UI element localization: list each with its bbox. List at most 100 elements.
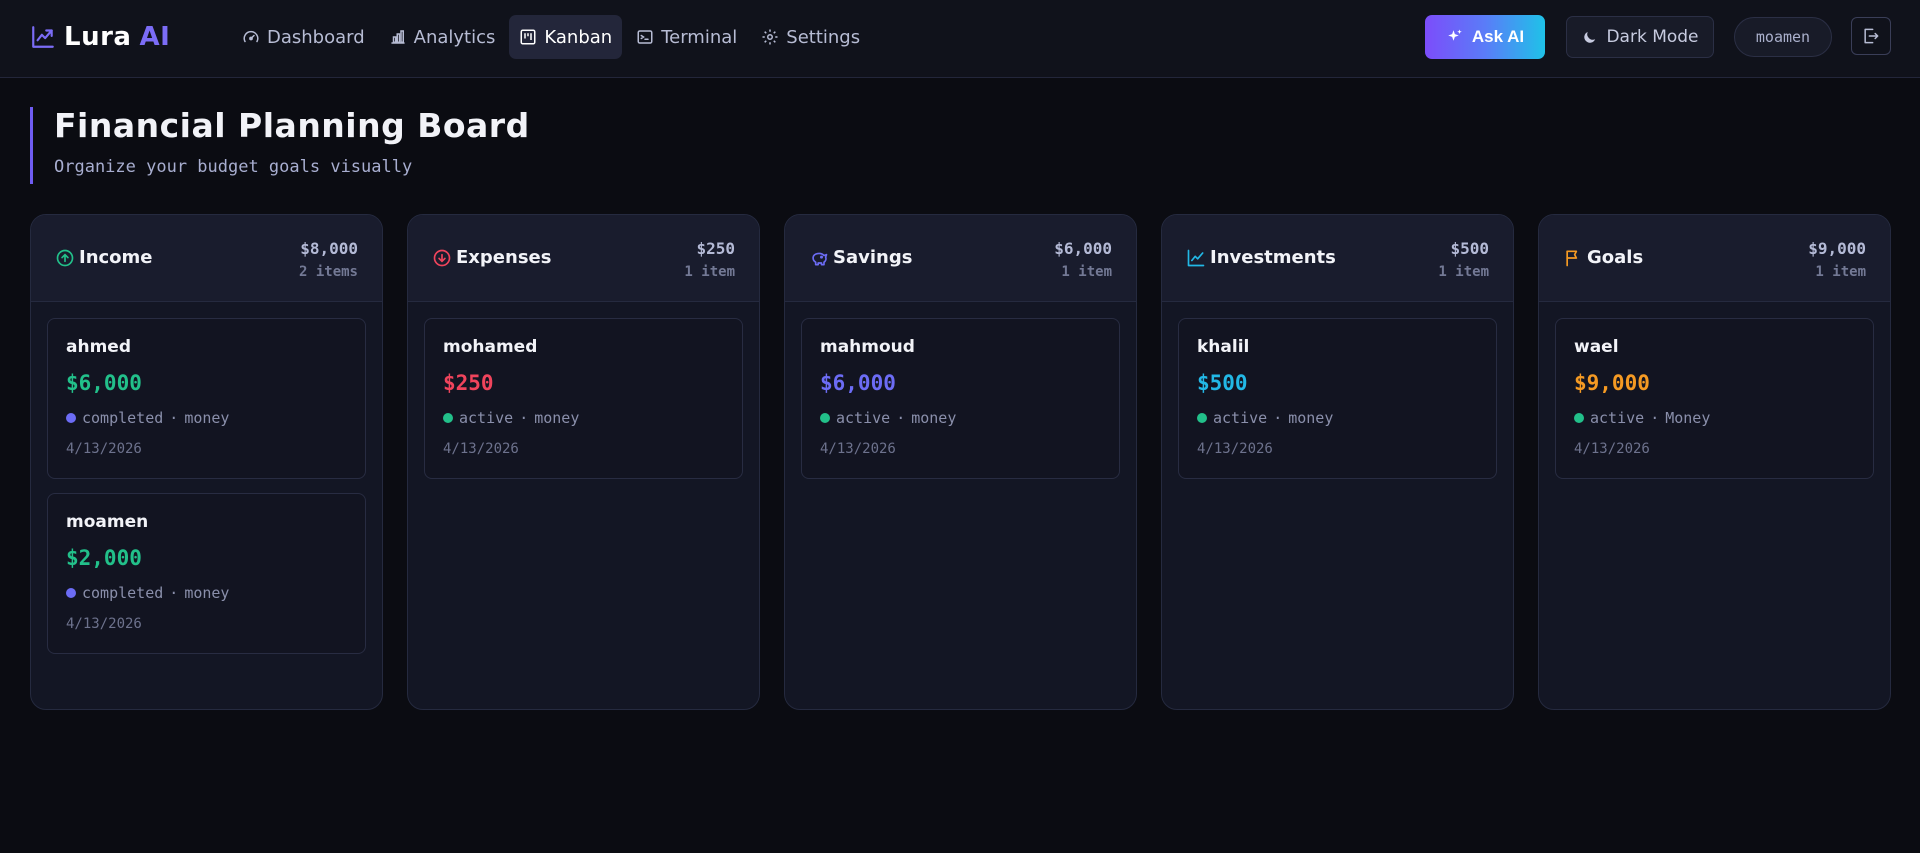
status-text: active	[459, 409, 514, 427]
card-amount: $250	[443, 371, 494, 395]
column-summary: $500 1 item	[1438, 239, 1489, 280]
kanban-card[interactable]: wael $9,000 active · Money 4/13/2026	[1555, 318, 1874, 479]
column-total: $6,000	[1054, 239, 1112, 258]
gauge-icon	[243, 30, 259, 43]
card-amount: $6,000	[820, 371, 896, 395]
card-name: mohamed	[443, 337, 538, 357]
status-dot	[443, 413, 453, 423]
column-summary: $6,000 1 item	[1054, 239, 1112, 280]
status-text: active	[1213, 409, 1268, 427]
column-header: Savings $6,000 1 item	[785, 215, 1136, 302]
category-text: money	[911, 409, 957, 427]
column-count: 1 item	[1438, 264, 1489, 280]
bar-chart-icon	[390, 30, 405, 44]
card-status: active · money	[1197, 409, 1478, 427]
card-name: ahmed	[66, 337, 131, 357]
terminal-icon	[637, 30, 653, 44]
nav-item-label: Dashboard	[267, 26, 365, 48]
column-summary: $8,000 2 items	[299, 239, 358, 280]
column-header: Goals $9,000 1 item	[1539, 215, 1890, 302]
column-total: $250	[696, 239, 735, 258]
column-count: 1 item	[1815, 264, 1866, 280]
column-header: Expenses $250 1 item	[408, 215, 759, 302]
status-text: active	[1590, 409, 1645, 427]
column-total: $8,000	[300, 239, 358, 258]
sparkles-icon	[1448, 29, 1462, 41]
column-title-label: Investments	[1210, 247, 1336, 268]
page-header: Financial Planning Board Organize your b…	[30, 107, 530, 184]
card-date: 4/13/2026	[66, 616, 142, 632]
kanban-board: Income $8,000 2 items ahmed $6,000 compl…	[30, 214, 1891, 710]
kanban-card[interactable]: mohamed $250 active · money 4/13/2026	[424, 318, 743, 479]
card-amount: $500	[1197, 371, 1248, 395]
status-text: active	[836, 409, 891, 427]
column-count: 2 items	[298, 264, 358, 280]
logout-button[interactable]	[1851, 17, 1891, 55]
column-count: 1 item	[684, 264, 735, 280]
nav-item-label: Terminal	[661, 26, 738, 48]
column-title: Savings	[809, 247, 912, 268]
ask-ai-button[interactable]: Ask AI	[1425, 15, 1545, 59]
trending-up-icon	[32, 26, 54, 48]
nav-item-terminal[interactable]: Terminal	[626, 15, 747, 59]
column-title-label: Goals	[1587, 247, 1644, 268]
column-cards: mohamed $250 active · money 4/13/2026	[408, 302, 759, 495]
nav-item-kanban[interactable]: Kanban	[509, 15, 623, 59]
card-name: khalil	[1197, 337, 1250, 357]
nav-item-analytics[interactable]: Analytics	[379, 15, 506, 59]
nav-item-settings[interactable]: Settings	[751, 15, 870, 59]
column-title-label: Savings	[833, 247, 913, 268]
kanban-column-expenses: Expenses $250 1 item mohamed $250 active…	[407, 214, 760, 710]
user-menu[interactable]: moamen	[1734, 17, 1832, 57]
kanban-card[interactable]: ahmed $6,000 completed · money 4/13/2026	[47, 318, 366, 479]
logout-icon	[1864, 28, 1879, 44]
column-summary: $9,000 1 item	[1808, 239, 1866, 280]
category-text: money	[1288, 409, 1334, 427]
card-date: 4/13/2026	[820, 441, 896, 457]
nav-item-label: Kanban	[544, 26, 613, 48]
kanban-column-goals: Goals $9,000 1 item wael $9,000 active ·…	[1538, 214, 1891, 710]
kanban-card[interactable]: moamen $2,000 completed · money 4/13/202…	[47, 493, 366, 654]
column-cards: wael $9,000 active · Money 4/13/2026	[1539, 302, 1890, 495]
category-text: Money	[1665, 409, 1711, 427]
column-title: Investments	[1186, 247, 1336, 268]
category-text: money	[184, 584, 230, 602]
separator: ·	[169, 409, 179, 427]
status-text: completed	[82, 584, 164, 602]
nav-item-dashboard[interactable]: Dashboard	[232, 15, 375, 59]
separator: ·	[519, 409, 529, 427]
piggy-bank-icon	[812, 252, 828, 265]
separator: ·	[1273, 409, 1283, 427]
separator: ·	[896, 409, 906, 427]
column-title-label: Income	[79, 247, 153, 268]
brand-accent: AI	[139, 22, 171, 52]
column-header: Investments $500 1 item	[1162, 215, 1513, 302]
column-cards: ahmed $6,000 completed · money 4/13/2026…	[31, 302, 382, 670]
brand-logo[interactable]: Lura AI	[30, 22, 170, 52]
dark-mode-toggle[interactable]: Dark Mode	[1566, 16, 1714, 58]
column-title: Goals	[1563, 247, 1643, 268]
page-title: Financial Planning Board	[54, 106, 530, 145]
nav-item-label: Settings	[786, 26, 861, 48]
top-navbar: Lura AI Dashboard Analytics Kanban Termin…	[0, 0, 1920, 78]
kanban-column-income: Income $8,000 2 items ahmed $6,000 compl…	[30, 214, 383, 710]
column-cards: mahmoud $6,000 active · money 4/13/2026	[785, 302, 1136, 495]
kanban-icon	[520, 29, 536, 45]
column-total: $500	[1450, 239, 1489, 258]
status-text: completed	[82, 409, 164, 427]
column-title-label: Expenses	[456, 247, 552, 268]
kanban-card[interactable]: khalil $500 active · money 4/13/2026	[1178, 318, 1497, 479]
card-status: active · money	[443, 409, 724, 427]
status-dot	[1197, 413, 1207, 423]
card-date: 4/13/2026	[1574, 441, 1650, 457]
status-dot	[66, 588, 76, 598]
card-status: active · money	[820, 409, 1101, 427]
card-amount: $9,000	[1574, 371, 1650, 395]
card-name: wael	[1574, 337, 1619, 357]
username: moamen	[1755, 28, 1811, 46]
card-date: 4/13/2026	[1197, 441, 1273, 457]
card-status: completed · money	[66, 584, 347, 602]
kanban-card[interactable]: mahmoud $6,000 active · money 4/13/2026	[801, 318, 1120, 479]
card-amount: $6,000	[66, 371, 142, 395]
column-total: $9,000	[1808, 239, 1866, 258]
